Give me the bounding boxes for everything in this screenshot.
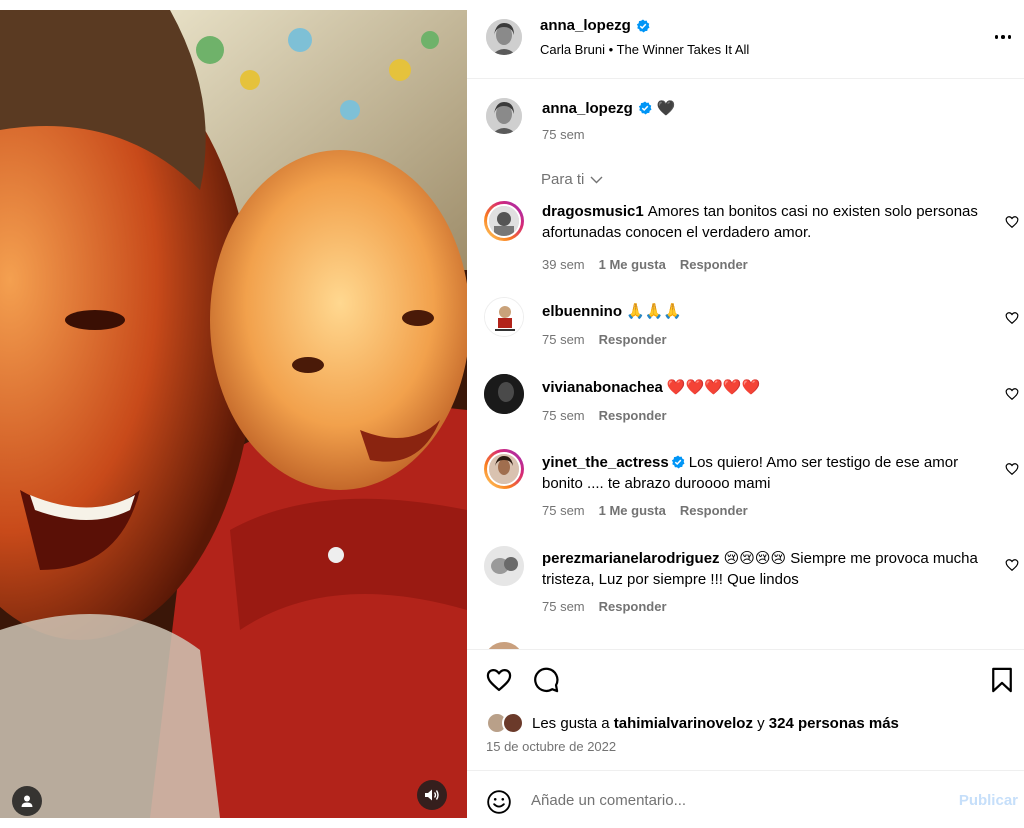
smiley-icon[interactable] xyxy=(486,789,512,815)
verified-badge-icon xyxy=(636,19,650,32)
comment-like-heart-icon[interactable] xyxy=(1005,462,1019,476)
user-tag-icon xyxy=(21,795,33,807)
sort-dropdown[interactable]: Para ti xyxy=(541,171,603,188)
comment-username[interactable]: yinet_the_actress xyxy=(542,454,669,471)
comment-meta: 75 sem Responder xyxy=(542,332,667,347)
comment-like-heart-icon[interactable] xyxy=(1005,558,1019,572)
caption-text: anna_lopezg 🖤 xyxy=(542,99,676,118)
comment-username[interactable]: vivianabonachea xyxy=(542,379,663,396)
reply-button[interactable]: Responder xyxy=(680,257,748,272)
comment-meta: 75 sem 1 Me gusta Responder xyxy=(542,503,748,518)
comment-like-heart-icon[interactable] xyxy=(1005,311,1019,325)
comment-body: ❤️❤️❤️❤️❤️ xyxy=(666,379,761,396)
comment-text: dragosmusic1 Amores tan bonitos casi no e… xyxy=(542,201,992,243)
username-link[interactable]: anna_lopezg xyxy=(542,100,633,117)
comment-input[interactable] xyxy=(531,788,931,812)
liker-username[interactable]: tahimialvarinoveloz xyxy=(614,715,753,732)
username-link[interactable]: anna_lopezg xyxy=(540,17,631,34)
comment-time[interactable]: 39 sem xyxy=(542,257,585,272)
post-photo[interactable] xyxy=(0,0,467,828)
comment-text: elbuennino 🙏🙏🙏 xyxy=(542,301,992,322)
chevron-down-icon xyxy=(590,176,603,183)
comment-like-heart-icon[interactable] xyxy=(1005,215,1019,229)
likes-others[interactable]: 324 personas más xyxy=(769,715,899,732)
avatar[interactable] xyxy=(484,374,524,414)
avatar[interactable] xyxy=(484,546,524,586)
speaker-icon xyxy=(425,789,439,801)
reply-button[interactable]: Responder xyxy=(599,408,667,423)
comment-text: perezmarianelarodriguez 😢😢😢😢 Siempre me p… xyxy=(542,548,992,590)
comment-bubble-icon[interactable] xyxy=(532,666,560,694)
comment-username[interactable]: perezmarianelarodriguez xyxy=(542,550,720,567)
comment-time[interactable]: 75 sem xyxy=(542,332,585,347)
likes-summary[interactable]: Les gusta a tahimialvarinoveloz y 324 pe… xyxy=(486,712,899,734)
comments-section[interactable]: anna_lopezg 🖤 75 sem Para ti dragosmusic… xyxy=(467,80,1024,649)
post-comment-button[interactable]: Publicar xyxy=(959,792,1018,809)
avatar[interactable] xyxy=(484,642,524,649)
post-header: anna_lopezg Carla Bruni • The Winner Tak… xyxy=(467,0,1024,79)
comment-text: yinet_the_actress Los quiero! Amo ser te… xyxy=(542,452,992,494)
avatar[interactable] xyxy=(486,19,522,55)
post-date[interactable]: 15 de octubre de 2022 xyxy=(486,739,616,754)
liker-avatars xyxy=(486,712,528,734)
likes-joiner: y xyxy=(757,714,765,732)
comment-like-heart-icon[interactable] xyxy=(1005,387,1019,401)
comment-likes[interactable]: 1 Me gusta xyxy=(599,503,666,518)
avatar[interactable] xyxy=(484,297,524,337)
heart-icon[interactable] xyxy=(485,666,513,694)
sort-label: Para ti xyxy=(541,171,585,188)
photo-image xyxy=(0,10,467,818)
avatar[interactable] xyxy=(484,201,524,241)
comment-username[interactable]: elbuennino xyxy=(542,303,622,320)
comment-time[interactable]: 75 sem xyxy=(542,599,585,614)
comment-username[interactable]: dragosmusic1 xyxy=(542,203,644,220)
audio-toggle-button[interactable] xyxy=(417,780,447,810)
caption-body: 🖤 xyxy=(656,100,676,117)
comment-meta: 39 sem 1 Me gusta Responder xyxy=(542,257,748,272)
comment-time[interactable]: 75 sem xyxy=(542,408,585,423)
likes-prefix: Les gusta a xyxy=(532,714,610,732)
post-actions: Les gusta a tahimialvarinoveloz y 324 pe… xyxy=(467,649,1024,769)
comment-body: 🙏🙏🙏 xyxy=(626,303,683,320)
bookmark-icon[interactable] xyxy=(988,666,1016,694)
more-options-button[interactable] xyxy=(992,28,1014,46)
post-author: anna_lopezg xyxy=(540,17,650,34)
comment-meta: 75 sem Responder xyxy=(542,599,667,614)
caption-timestamp[interactable]: 75 sem xyxy=(542,127,585,142)
reply-button[interactable]: Responder xyxy=(680,503,748,518)
comment-time[interactable]: 75 sem xyxy=(542,503,585,518)
verified-badge-icon xyxy=(638,101,652,115)
add-comment-bar: Publicar xyxy=(467,770,1024,828)
reply-button[interactable]: Responder xyxy=(599,599,667,614)
ellipsis-icon xyxy=(994,35,1012,39)
audio-link[interactable]: Carla Bruni • The Winner Takes It All xyxy=(540,42,749,57)
reply-button[interactable]: Responder xyxy=(599,332,667,347)
user-tag-button[interactable] xyxy=(12,786,42,816)
comment-meta: 75 sem Responder xyxy=(542,408,667,423)
comment-text: vivianabonachea ❤️❤️❤️❤️❤️ xyxy=(542,377,992,398)
post-side-panel: anna_lopezg Carla Bruni • The Winner Tak… xyxy=(467,0,1024,828)
comment-likes[interactable]: 1 Me gusta xyxy=(599,257,666,272)
verified-badge-icon xyxy=(671,455,685,469)
avatar[interactable] xyxy=(486,98,522,134)
avatar[interactable] xyxy=(484,449,524,489)
